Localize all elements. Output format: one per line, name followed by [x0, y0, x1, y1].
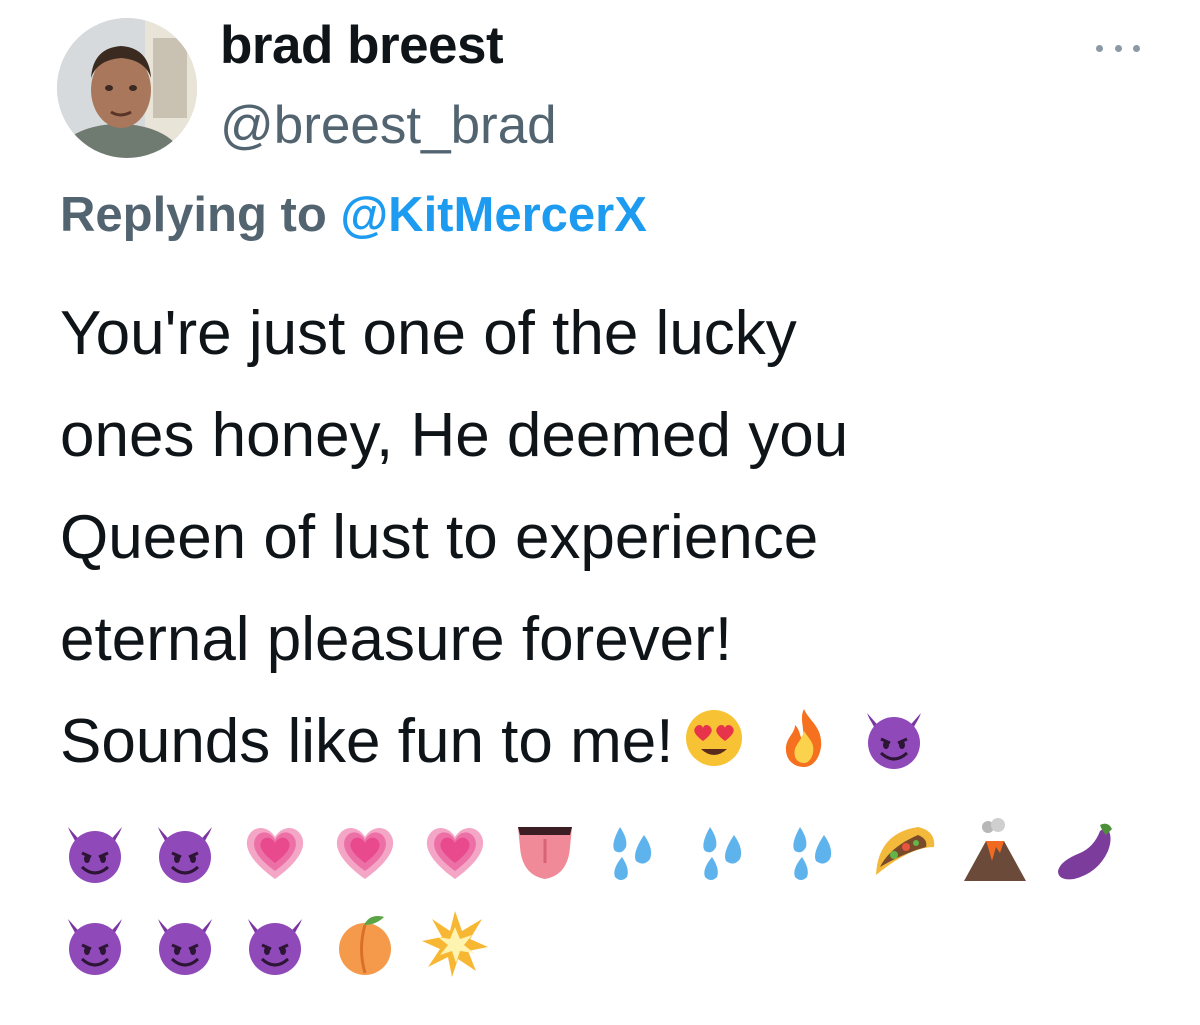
more-dot — [1096, 44, 1103, 52]
tweet-text: You're just one of the lucky ones honey,… — [60, 283, 1140, 981]
avatar[interactable] — [57, 18, 197, 158]
more-dot — [1114, 44, 1122, 52]
display-name[interactable]: brad breest — [220, 14, 504, 78]
tweet-text-line: eternal pleasure forever! — [60, 605, 733, 674]
tweet-text-line-5: Sounds like fun to me! — [60, 691, 1140, 793]
emoji-row — [60, 797, 1140, 889]
devil-emoji — [859, 703, 929, 773]
devil-emoji — [60, 909, 130, 979]
emoji-group-line5 — [679, 707, 949, 776]
tweet-text-line: You're just one of the lucky — [60, 299, 797, 368]
replying-to: Replying to @KitMercerX — [60, 186, 647, 245]
avatar-image — [57, 18, 197, 158]
peach-emoji — [330, 909, 400, 979]
tongue-emoji — [510, 817, 580, 887]
taco-emoji — [870, 817, 940, 887]
more-dots-icon[interactable] — [1096, 36, 1140, 60]
devil-emoji — [60, 817, 130, 887]
devil-emoji — [150, 909, 220, 979]
sweat-droplets-emoji — [690, 817, 760, 887]
reply-mention-link[interactable]: @KitMercerX — [340, 188, 647, 242]
devil-emoji — [240, 909, 310, 979]
replying-to-label: Replying to — [60, 188, 327, 242]
tweet-text-segment: Sounds like fun to me! — [60, 707, 674, 776]
heart-eyes-emoji — [679, 703, 749, 773]
sweat-droplets-emoji — [600, 817, 670, 887]
user-handle[interactable]: @breest_brad — [220, 94, 557, 158]
tweet-text-line: Queen of lust to experience — [60, 503, 819, 572]
collision-emoji — [420, 909, 490, 979]
devil-emoji — [150, 817, 220, 887]
tweet-text-line: ones honey, He deemed you — [60, 401, 849, 470]
heart-emoji — [330, 817, 400, 887]
sweat-droplets-emoji — [780, 817, 850, 887]
heart-emoji — [240, 817, 310, 887]
heart-emoji — [420, 817, 490, 887]
fire-emoji — [769, 703, 839, 773]
emoji-row — [60, 889, 1140, 981]
eggplant-emoji — [1050, 817, 1120, 887]
more-dot — [1133, 44, 1140, 52]
volcano-emoji — [960, 817, 1030, 887]
tweet: brad breest @breest_brad Replying to @Ki… — [0, 0, 1200, 1025]
